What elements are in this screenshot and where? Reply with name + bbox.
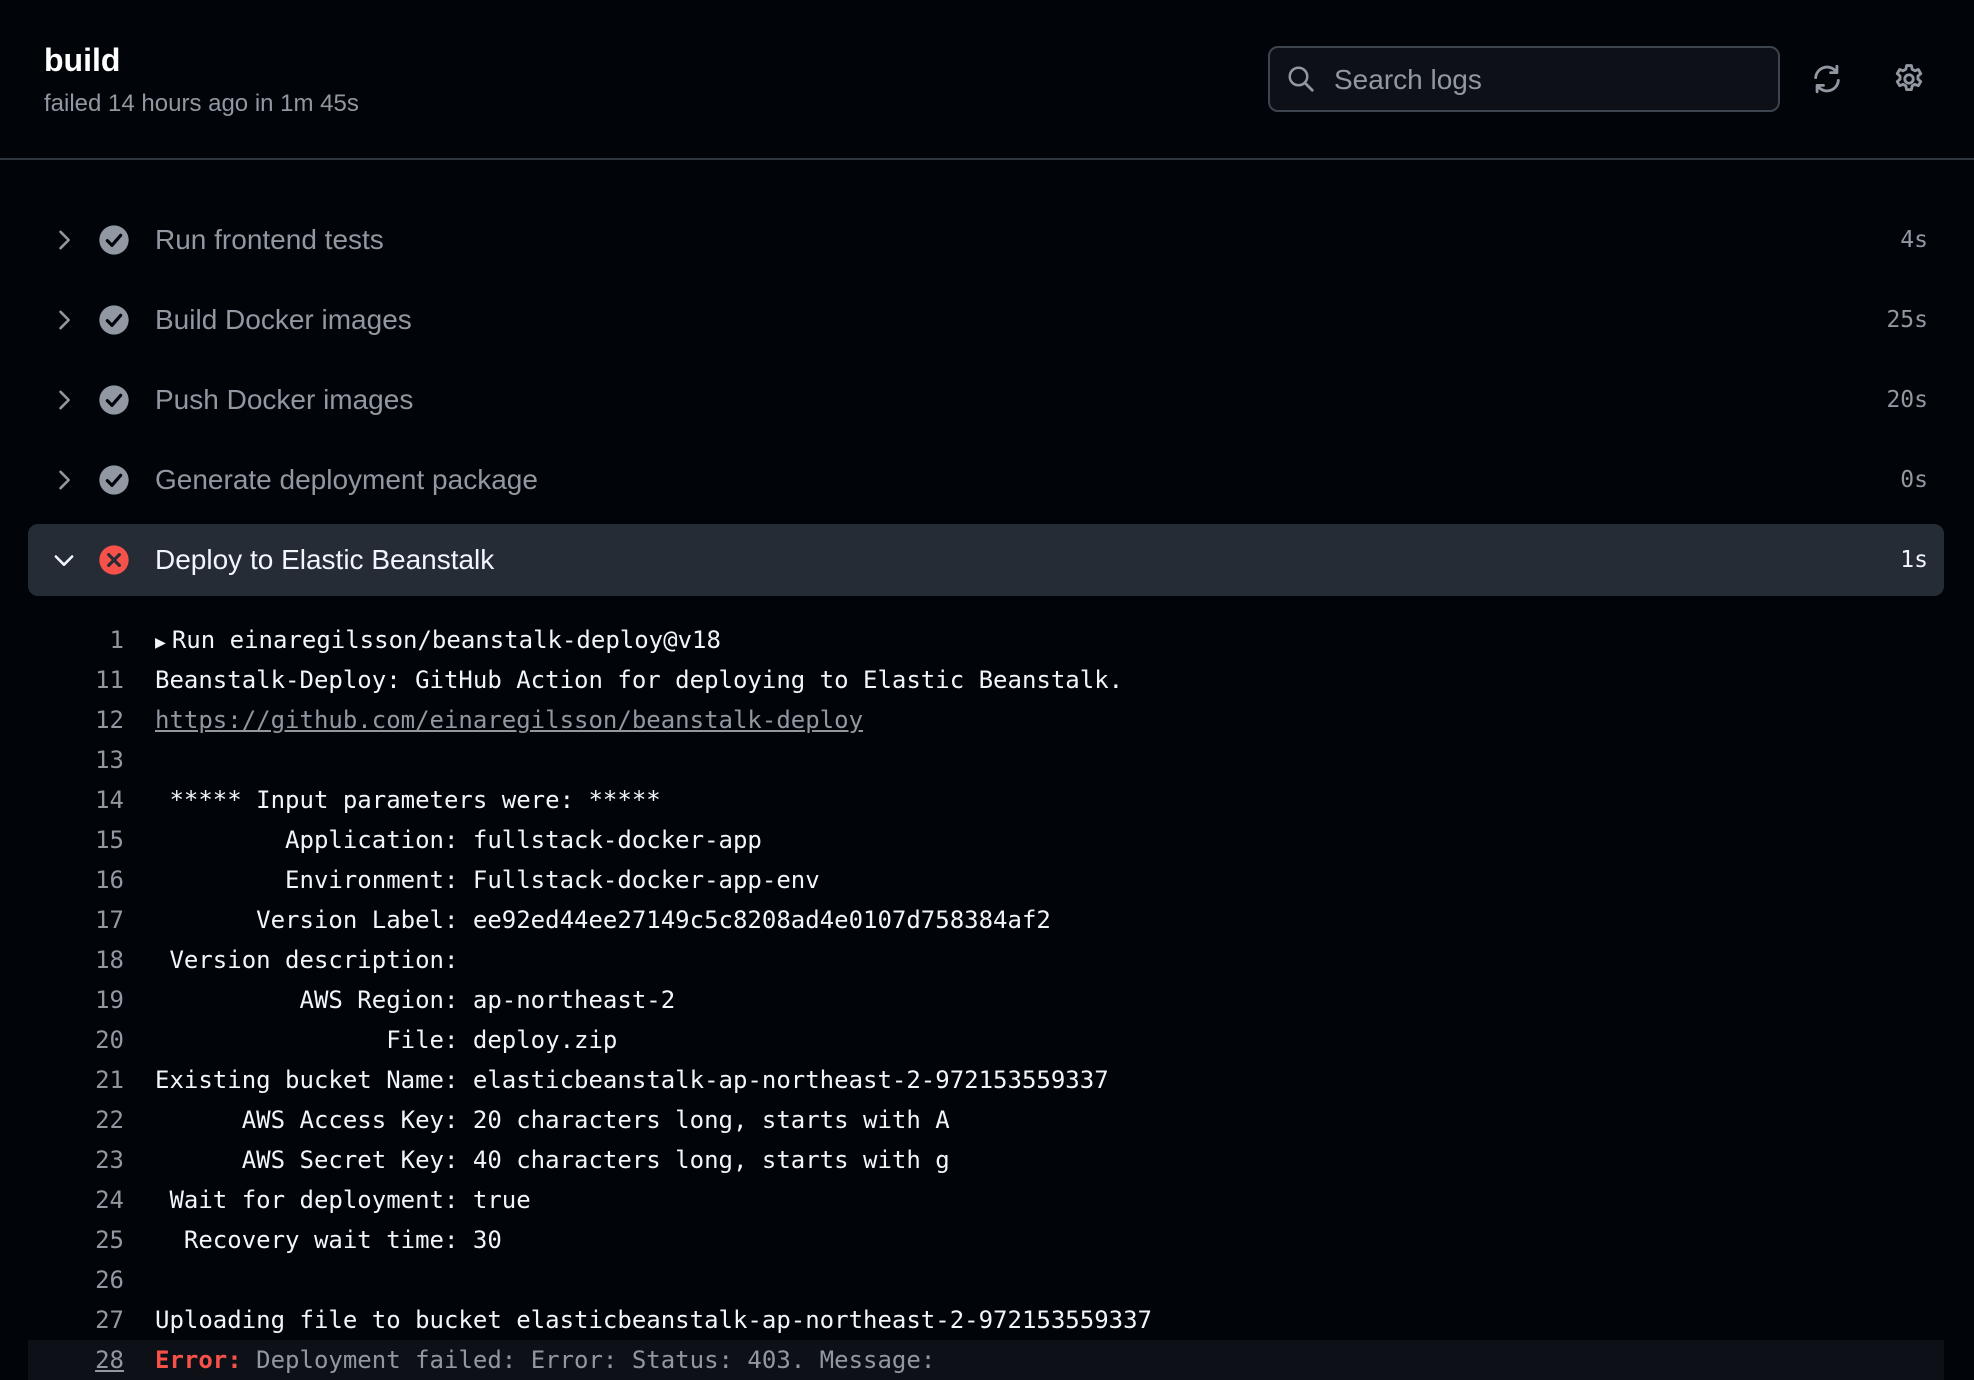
log-text: Beanstalk-Deploy: GitHub Action for depl… bbox=[155, 666, 1124, 694]
log-line-number[interactable]: 1 bbox=[28, 620, 124, 660]
step-duration: 1s bbox=[1900, 547, 1928, 573]
chevron-right-icon bbox=[59, 390, 70, 410]
chevron-right-icon bbox=[59, 470, 70, 490]
step-row[interactable]: Run frontend tests 4s bbox=[28, 204, 1944, 276]
log-group-text: Run einaregilsson/beanstalk-deploy@v18 bbox=[171, 626, 721, 654]
log-line: 24 Wait for deployment: true bbox=[28, 1180, 1944, 1220]
log-line: 11 Beanstalk-Deploy: GitHub Action for de… bbox=[28, 660, 1944, 700]
log-line-number[interactable]: 23 bbox=[28, 1140, 124, 1180]
chevron-down-icon bbox=[54, 555, 74, 566]
job-status-subtitle: failed 14 hours ago in 1m 45s bbox=[44, 90, 359, 117]
log-text: File: deploy.zip bbox=[155, 1026, 618, 1054]
log-line-number[interactable]: 17 bbox=[28, 900, 124, 940]
job-header: build failed 14 hours ago in 1m 45s bbox=[0, 0, 1974, 160]
step-name: Run frontend tests bbox=[155, 224, 384, 255]
log-line: 15 Application: fullstack-docker-app bbox=[28, 820, 1944, 860]
log-line-number[interactable]: 18 bbox=[28, 940, 124, 980]
log-line: 25 Recovery wait time: 30 bbox=[28, 1220, 1944, 1260]
log-error-text: Error: Deployment failed: Error: Status:… bbox=[155, 1340, 935, 1380]
error-message: Deployment failed: Error: Status: 403. M… bbox=[241, 1346, 936, 1374]
log-line: 14 ***** Input parameters were: ***** bbox=[28, 780, 1944, 820]
log-text: ***** Input parameters were: ***** bbox=[155, 786, 661, 814]
log-text: Wait for deployment: true bbox=[155, 1186, 531, 1214]
log-line-number[interactable]: 21 bbox=[28, 1060, 124, 1100]
log-line-number[interactable]: 16 bbox=[28, 860, 124, 900]
check-circle-icon bbox=[99, 225, 129, 255]
log-line-error: 28 Error: Deployment failed: Error: Statu… bbox=[28, 1340, 1944, 1380]
step-duration: 25s bbox=[1886, 307, 1928, 333]
log-line: 20 File: deploy.zip bbox=[28, 1020, 1944, 1060]
log-text: Recovery wait time: 30 bbox=[155, 1226, 502, 1254]
refresh-icon bbox=[1814, 64, 1840, 94]
log-line: 1 ▶ Run einaregilsson/beanstalk-deploy@v18 bbox=[28, 620, 1944, 660]
log-line-number[interactable]: 28 bbox=[28, 1340, 124, 1380]
log-line-number[interactable]: 25 bbox=[28, 1220, 124, 1260]
log-line-number[interactable]: 19 bbox=[28, 980, 124, 1020]
chevron-right-icon bbox=[59, 310, 70, 330]
log-text: Existing bucket Name: elasticbeanstalk-a… bbox=[155, 1066, 1109, 1094]
log-line-number[interactable]: 26 bbox=[28, 1260, 124, 1300]
search-logs-box[interactable] bbox=[1268, 46, 1780, 112]
job-title: build bbox=[44, 42, 121, 78]
log-line-number[interactable]: 20 bbox=[28, 1020, 124, 1060]
step-name: Generate deployment package bbox=[155, 464, 538, 495]
log-line: 26 bbox=[28, 1260, 1944, 1300]
log-line-number[interactable]: 14 bbox=[28, 780, 124, 820]
check-circle-icon bbox=[99, 305, 129, 335]
log-group-toggle: ▶ Run einaregilsson/beanstalk-deploy@v18 bbox=[155, 620, 721, 663]
log-link[interactable]: https://github.com/einaregilsson/beansta… bbox=[155, 700, 863, 740]
log-line: 19 AWS Region: ap-northeast-2 bbox=[28, 980, 1944, 1020]
log-line-number[interactable]: 27 bbox=[28, 1300, 124, 1340]
log-line: 27 Uploading file to bucket elasticbeanst… bbox=[28, 1300, 1944, 1340]
log-line-number[interactable]: 12 bbox=[28, 700, 124, 740]
step-name: Push Docker images bbox=[155, 384, 414, 415]
refresh-button[interactable] bbox=[1802, 54, 1852, 104]
check-circle-icon bbox=[99, 465, 129, 495]
log-text: Uploading file to bucket elasticbeanstal… bbox=[155, 1306, 1152, 1334]
x-circle-icon bbox=[99, 545, 129, 575]
step-row[interactable]: Push Docker images 20s bbox=[28, 364, 1944, 436]
step-row-expanded[interactable]: Deploy to Elastic Beanstalk 1s bbox=[28, 524, 1944, 596]
log-line-number[interactable]: 22 bbox=[28, 1100, 124, 1140]
log-line: 18 Version description: bbox=[28, 940, 1944, 980]
log-line: 21 Existing bucket Name: elasticbeanstalk… bbox=[28, 1060, 1944, 1100]
log-line: 12 https://github.com/einaregilsson/beans… bbox=[28, 700, 1944, 740]
log-line-number[interactable]: 15 bbox=[28, 820, 124, 860]
log-text: Version description: bbox=[155, 946, 473, 974]
log-line-number[interactable]: 24 bbox=[28, 1180, 124, 1220]
search-icon bbox=[1288, 66, 1314, 92]
error-label: Error: bbox=[155, 1346, 242, 1374]
step-duration: 0s bbox=[1900, 467, 1928, 493]
step-row[interactable]: Generate deployment package 0s bbox=[28, 444, 1944, 516]
chevron-right-icon bbox=[59, 230, 70, 250]
step-name: Build Docker images bbox=[155, 304, 412, 335]
log-line-number[interactable]: 13 bbox=[28, 740, 124, 780]
log-line: 23 AWS Secret Key: 40 characters long, s… bbox=[28, 1140, 1944, 1180]
check-circle-icon bbox=[99, 385, 129, 415]
gear-icon bbox=[1895, 64, 1923, 92]
settings-button[interactable] bbox=[1884, 54, 1934, 104]
log-text: Version Label: ee92ed44ee27149c5c8208ad4… bbox=[155, 906, 1051, 934]
log-text: Application: fullstack-docker-app bbox=[155, 826, 762, 854]
log-text: AWS Region: ap-northeast-2 bbox=[155, 986, 676, 1014]
step-name: Deploy to Elastic Beanstalk bbox=[155, 544, 495, 575]
step-duration: 20s bbox=[1886, 387, 1928, 413]
log-text: AWS Access Key: 20 characters long, star… bbox=[155, 1106, 950, 1134]
search-logs-input[interactable] bbox=[1332, 48, 1766, 112]
step-duration: 4s bbox=[1900, 227, 1928, 253]
log-text: Environment: Fullstack-docker-app-env bbox=[155, 866, 820, 894]
log-line: 13 bbox=[28, 740, 1944, 780]
log-line: 16 Environment: Fullstack-docker-app-env bbox=[28, 860, 1944, 900]
log-text: AWS Secret Key: 40 characters long, star… bbox=[155, 1146, 950, 1174]
log-line-number[interactable]: 11 bbox=[28, 660, 124, 700]
log-line: 17 Version Label: ee92ed44ee27149c5c8208… bbox=[28, 900, 1944, 940]
step-row[interactable]: Build Docker images 25s bbox=[28, 284, 1944, 356]
log-line: 22 AWS Access Key: 20 characters long, s… bbox=[28, 1100, 1944, 1140]
expand-triangle-icon[interactable]: ▶ bbox=[155, 632, 166, 653]
